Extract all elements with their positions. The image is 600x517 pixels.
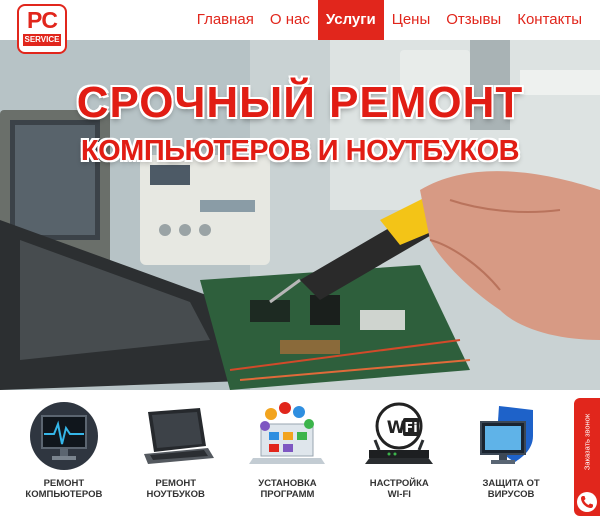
service-software-install[interactable]: Установка программ [237,390,337,516]
service-label: Ремонт компьютеров [25,478,103,500]
nav-about[interactable]: О нас [262,0,318,40]
service-label: Установка программ [258,478,317,500]
svg-text:Fi: Fi [405,421,418,436]
callback-label: Заказать звонок [582,413,592,471]
shield-monitor-icon [480,406,534,464]
service-wifi-setup[interactable]: Wi Fi Настройка Wi-Fi [349,390,449,516]
service-computer-repair[interactable]: Ремонт компьютеров [14,390,114,516]
callback-button[interactable]: Заказать звонок [574,398,600,516]
laptop-icon [143,408,214,464]
monitor-icon [29,402,98,470]
wifi-router-icon: Wi Fi [365,402,434,464]
services-row: Ремонт компьютеров Ремонт ноутбуков Уста… [0,390,575,516]
hero-subtitle: КОМПЬЮТЕРОВ И НОУТБУКОВ [80,135,520,167]
service-label: Ремонт ноутбуков [146,478,205,500]
nav-reviews[interactable]: Отзывы [438,0,509,40]
nav-prices[interactable]: Цены [384,0,439,40]
service-laptop-repair[interactable]: Ремонт ноутбуков [126,390,226,516]
logo[interactable]: PC SERVICE [17,4,67,54]
logo-service-text: SERVICE [23,34,61,46]
hero-title: СРОЧНЫЙ РЕМОНТ [76,78,524,127]
hero-banner: СРОЧНЫЙ РЕМОНТ КОМПЬЮТЕРОВ И НОУТБУКОВ [0,40,600,390]
apps-laptop-icon [249,402,326,464]
site-header: PC SERVICE Главная О нас Услуги Цены Отз… [0,0,600,54]
service-antivirus[interactable]: Защита от вирусов [461,390,561,516]
phone-icon [577,492,597,512]
logo-pc-text: PC [27,7,58,33]
main-nav: Главная О нас Услуги Цены Отзывы Контакт… [189,0,590,40]
service-label: Настройка Wi-Fi [369,478,429,500]
nav-services[interactable]: Услуги [317,0,384,40]
service-label: Защита от вирусов [482,478,540,500]
nav-home[interactable]: Главная [189,0,262,40]
nav-contacts[interactable]: Контакты [509,0,590,40]
